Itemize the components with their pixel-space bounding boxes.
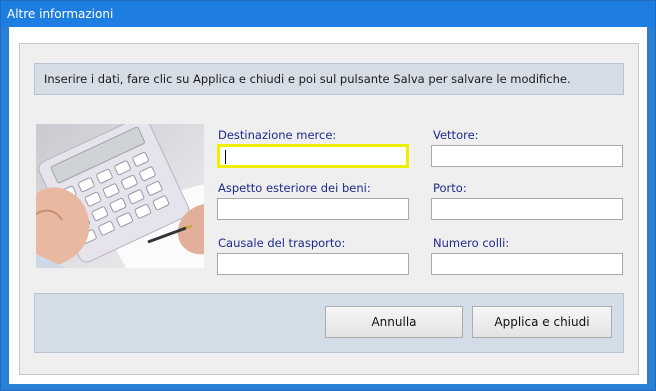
aspetto-input[interactable] xyxy=(217,198,409,220)
porto-input[interactable] xyxy=(431,198,623,220)
calculator-photo xyxy=(36,124,204,268)
colli-label: Numero colli: xyxy=(433,236,510,250)
title-bar[interactable]: Altre informazioni xyxy=(1,1,655,27)
button-bar: Annulla Applica e chiudi xyxy=(34,293,624,353)
causale-label: Causale del trasporto: xyxy=(218,236,346,250)
aspetto-label: Aspetto esteriore dei beni: xyxy=(218,181,371,195)
calculator-image xyxy=(36,124,204,268)
dialog-window: Altre informazioni Inserire i dati, fare… xyxy=(0,0,656,391)
form-panel: Inserire i dati, fare clic su Applica e … xyxy=(19,43,639,375)
text-caret xyxy=(225,150,226,164)
vettore-input[interactable] xyxy=(431,145,623,167)
instructions-text: Inserire i dati, fare clic su Applica e … xyxy=(44,72,571,86)
apply-close-button[interactable]: Applica e chiudi xyxy=(472,306,612,338)
instructions-box: Inserire i dati, fare clic su Applica e … xyxy=(34,63,624,95)
cancel-button[interactable]: Annulla xyxy=(325,306,463,338)
porto-label: Porto: xyxy=(433,181,467,195)
vettore-label: Vettore: xyxy=(433,128,479,142)
destinazione-input[interactable] xyxy=(217,144,409,168)
causale-input[interactable] xyxy=(217,253,409,275)
dialog-client-area: Inserire i dati, fare clic su Applica e … xyxy=(9,27,647,384)
colli-input[interactable] xyxy=(431,253,623,275)
destinazione-label: Destinazione merce: xyxy=(218,128,337,142)
window-title: Altre informazioni xyxy=(7,7,114,21)
